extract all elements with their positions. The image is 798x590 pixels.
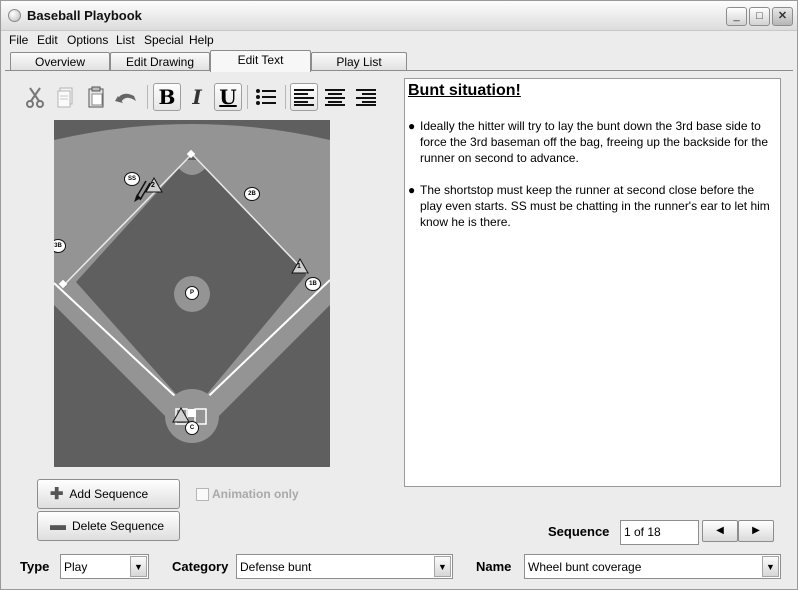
runner-marker-2[interactable]: 2 (145, 176, 163, 193)
tab-edit-drawing[interactable]: Edit Drawing (110, 52, 210, 71)
runner-marker-1[interactable]: 1 (291, 257, 309, 274)
minus-icon: ▬ (50, 517, 66, 534)
player-pitcher[interactable]: P (185, 286, 199, 300)
chevron-down-icon[interactable]: ▼ (434, 556, 451, 577)
delete-sequence-button[interactable]: ▬ Delete Sequence (37, 511, 180, 541)
list-item: ● The shortstop must keep the runner at … (408, 182, 773, 230)
tab-overview[interactable]: Overview (10, 52, 110, 71)
name-value: Wheel bunt coverage (528, 560, 642, 574)
align-right-button[interactable] (352, 83, 380, 111)
animation-only-checkbox[interactable] (196, 488, 209, 501)
copy-icon[interactable] (51, 83, 79, 111)
align-left-button[interactable] (290, 83, 318, 111)
add-sequence-button[interactable]: ✚ Add Sequence (37, 479, 180, 509)
menu-edit[interactable]: Edit (37, 33, 58, 47)
delete-sequence-label: Delete Sequence (72, 519, 165, 533)
cut-icon[interactable] (21, 83, 49, 111)
italic-button[interactable]: I (183, 83, 211, 111)
player-catcher[interactable]: C (185, 421, 199, 435)
undo-icon[interactable] (112, 83, 140, 111)
toolbar-separator (285, 85, 286, 109)
bold-button[interactable]: B (153, 83, 181, 111)
list-item: ● Ideally the hitter will try to lay the… (408, 118, 773, 166)
italic-icon: I (192, 85, 202, 109)
menu-file[interactable]: File (9, 33, 28, 47)
text-editor[interactable]: Bunt situation! ● Ideally the hitter wil… (404, 78, 781, 487)
align-center-button[interactable] (321, 83, 349, 111)
chevron-down-icon[interactable]: ▼ (130, 556, 147, 577)
tab-play-list[interactable]: Play List (311, 52, 407, 71)
type-label: Type (20, 559, 50, 574)
chevron-right-icon: ▶ (752, 525, 760, 536)
bullet-list-icon[interactable] (252, 83, 280, 111)
menu-options[interactable]: Options (67, 33, 108, 47)
menu-special[interactable]: Special (144, 33, 183, 47)
bold-icon: B (158, 85, 176, 109)
paste-icon[interactable] (82, 83, 110, 111)
type-value: Play (64, 560, 88, 574)
menu-list[interactable]: List (116, 33, 135, 47)
align-center-icon (325, 89, 345, 106)
type-select[interactable]: Play ▼ (60, 554, 149, 579)
minimize-button[interactable]: _ (726, 7, 747, 26)
previous-sequence-button[interactable]: ◀ (702, 520, 738, 542)
align-left-icon (294, 89, 314, 106)
name-label: Name (476, 559, 512, 574)
plus-icon: ✚ (50, 486, 64, 503)
close-button[interactable]: ✕ (772, 7, 793, 26)
menu-help[interactable]: Help (189, 33, 214, 47)
menu-bar: File Edit Options List Special Help (1, 31, 797, 49)
category-value: Defense bunt (240, 560, 312, 574)
runner-marker-2-label: 2 (151, 182, 155, 189)
underline-button[interactable]: U (214, 83, 242, 111)
runner-marker-1-label: 1 (297, 263, 301, 270)
player-1b[interactable]: 1B (305, 277, 321, 291)
editor-title: Bunt situation! (408, 82, 521, 99)
chevron-down-icon[interactable]: ▼ (762, 556, 779, 577)
batter-marker[interactable] (172, 406, 190, 423)
field-diagram[interactable]: SS 2B 3B 1B P C 2 1 (54, 120, 330, 467)
animation-only-label: Animation only (212, 487, 299, 501)
chevron-left-icon: ◀ (716, 525, 724, 536)
title-bar: Baseball Playbook _ □ ✕ (1, 1, 797, 31)
bullet-icon: ● (408, 119, 416, 133)
tab-edit-text[interactable]: Edit Text (210, 50, 311, 72)
app-icon (8, 9, 21, 22)
bullet-text: Ideally the hitter will try to lay the b… (420, 119, 769, 165)
window-title: Baseball Playbook (27, 8, 142, 23)
toolbar-separator (247, 85, 248, 109)
name-select[interactable]: Wheel bunt coverage ▼ (524, 554, 781, 579)
sequence-field[interactable]: 1 of 18 (620, 520, 699, 545)
category-label: Category (172, 559, 229, 574)
app-window: Baseball Playbook _ □ ✕ File Edit Option… (0, 0, 798, 590)
toolbar-separator (147, 85, 148, 109)
underline-icon: U (219, 85, 237, 109)
add-sequence-label: Add Sequence (69, 487, 149, 501)
next-sequence-button[interactable]: ▶ (738, 520, 774, 542)
player-ss[interactable]: SS (124, 172, 140, 186)
align-right-icon (356, 89, 376, 106)
maximize-button[interactable]: □ (749, 7, 770, 26)
bullet-text: The shortstop must keep the runner at se… (420, 183, 770, 229)
sequence-label: Sequence (548, 524, 610, 539)
tab-divider (5, 70, 793, 71)
player-2b[interactable]: 2B (244, 187, 260, 201)
category-select[interactable]: Defense bunt ▼ (236, 554, 453, 579)
bullet-icon: ● (408, 183, 416, 197)
